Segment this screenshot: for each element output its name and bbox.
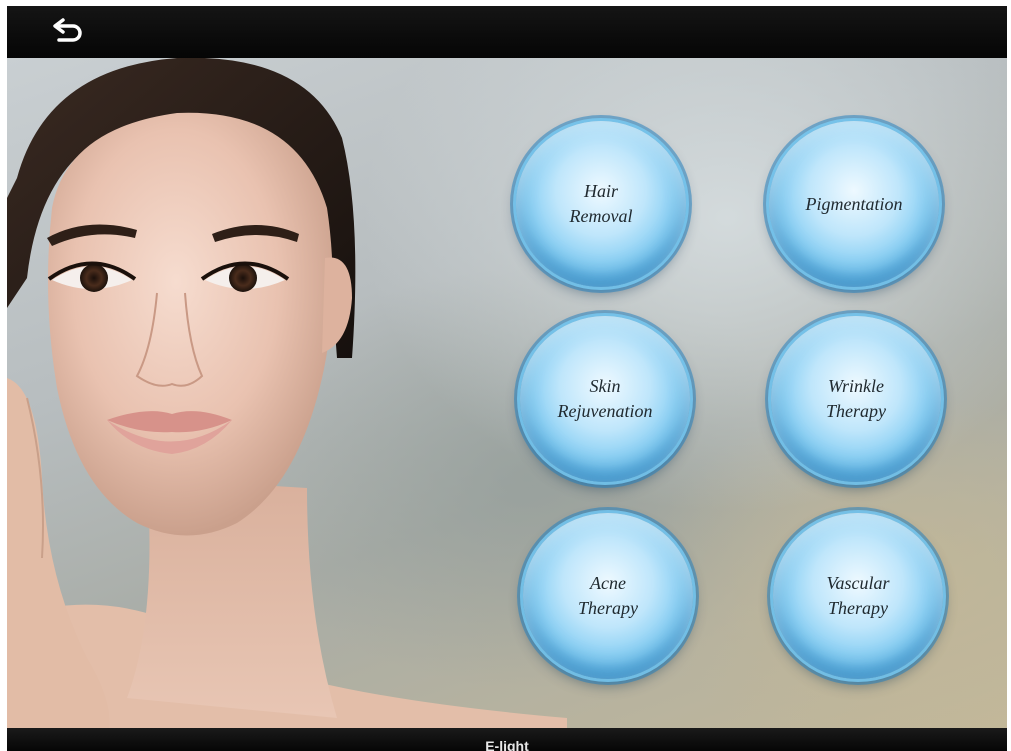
mode-title: E-light [485, 738, 529, 751]
woman-portrait-image [7, 58, 567, 738]
acne-therapy-label: Acne Therapy [578, 573, 638, 618]
back-arrow-icon [53, 18, 82, 42]
wrinkle-therapy-button[interactable]: Wrinkle Therapy [771, 316, 941, 482]
hair-removal-button[interactable]: Hair Removal [516, 121, 686, 287]
skin-rejuvenation-label: Skin Rejuvenation [557, 376, 653, 421]
top-bar [7, 6, 1007, 58]
vascular-therapy-label: Vascular Therapy [826, 573, 890, 618]
wrinkle-therapy-label: Wrinkle Therapy [826, 376, 886, 421]
vascular-therapy-button[interactable]: Vascular Therapy [773, 513, 943, 679]
hair-removal-label: Hair Removal [569, 181, 633, 226]
acne-therapy-button[interactable]: Acne Therapy [523, 513, 693, 679]
skin-rejuvenation-button[interactable]: Skin Rejuvenation [520, 316, 690, 482]
back-button[interactable] [47, 18, 87, 48]
device-screen: Hair Removal Pigmentation Skin Rejuvenat… [7, 6, 1007, 751]
bottom-bar: E-light [7, 728, 1007, 751]
main-content: Hair Removal Pigmentation Skin Rejuvenat… [7, 58, 1007, 738]
pigmentation-label: Pigmentation [805, 193, 903, 214]
pigmentation-button[interactable]: Pigmentation [769, 121, 939, 287]
